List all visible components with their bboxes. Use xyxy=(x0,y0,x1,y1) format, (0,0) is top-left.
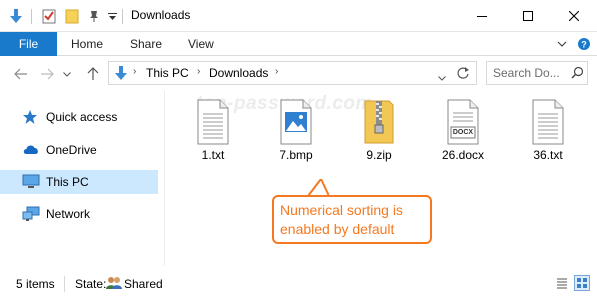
address-history-dropdown[interactable] xyxy=(438,70,446,84)
up-arrow-icon xyxy=(87,67,99,80)
toolbar-separator xyxy=(31,9,32,24)
file-name: 1.txt xyxy=(201,148,225,162)
image-file-icon xyxy=(276,99,316,145)
file-name: 7.bmp xyxy=(279,148,313,162)
sidebar-item-this-pc[interactable]: This PC xyxy=(0,170,158,194)
ribbon: File Home Share View ? xyxy=(0,32,597,56)
sidebar-item-label: Quick access xyxy=(46,110,118,124)
sidebar-item-onedrive[interactable]: OneDrive xyxy=(0,138,158,162)
large-icons-view-button[interactable] xyxy=(574,275,590,291)
downloads-icon xyxy=(114,65,128,84)
file-item[interactable]: 36.txt xyxy=(513,99,583,165)
breadcrumb-downloads[interactable]: Downloads xyxy=(209,66,268,80)
forward-arrow-icon xyxy=(41,68,54,80)
tab-file[interactable]: File xyxy=(0,32,57,56)
address-bar[interactable]: › This PC › Downloads › xyxy=(108,61,477,85)
state-value: Shared xyxy=(124,277,163,291)
network-icon xyxy=(22,206,40,222)
help-icon[interactable]: ? xyxy=(576,36,592,52)
callout-annotation: Numerical sorting is enabled by default xyxy=(272,195,432,244)
status-separator xyxy=(64,276,65,292)
status-bar: 5 items State: Shared xyxy=(0,266,597,296)
search-box[interactable] xyxy=(486,61,588,85)
details-view-icon xyxy=(557,278,567,289)
minimize-button[interactable] xyxy=(459,0,505,32)
chevron-down-icon[interactable] xyxy=(554,36,570,52)
properties-icon[interactable] xyxy=(40,0,58,32)
text-file-icon xyxy=(193,99,233,145)
new-folder-icon[interactable] xyxy=(63,0,81,32)
zip-folder-icon xyxy=(359,99,399,145)
state-label: State: xyxy=(75,277,107,291)
pin-icon[interactable] xyxy=(86,0,102,32)
refresh-button[interactable] xyxy=(456,66,470,83)
recent-locations-dropdown[interactable] xyxy=(61,64,73,84)
docx-badge: DOCX xyxy=(452,129,474,136)
title-bar: Downloads xyxy=(0,0,597,32)
details-view-button[interactable] xyxy=(554,275,570,291)
forward-button[interactable] xyxy=(38,64,56,84)
download-arrow-icon[interactable] xyxy=(6,0,26,32)
back-arrow-icon xyxy=(14,68,27,80)
search-input[interactable] xyxy=(493,65,569,81)
tab-view[interactable]: View xyxy=(188,32,214,56)
breadcrumb-separator-icon[interactable]: › xyxy=(275,66,278,77)
file-item[interactable]: 1.txt xyxy=(178,99,248,165)
star-icon xyxy=(22,109,40,125)
file-item[interactable]: DOCX 26.docx xyxy=(428,99,498,165)
up-button[interactable] xyxy=(84,64,102,84)
file-name: 26.docx xyxy=(441,148,485,162)
sidebar-item-label: This PC xyxy=(46,175,89,189)
refresh-icon xyxy=(457,67,469,79)
file-name: 9.zip xyxy=(366,148,392,162)
maximize-icon xyxy=(523,11,533,21)
customize-dropdown-icon[interactable] xyxy=(106,0,118,32)
breadcrumb-this-pc[interactable]: This PC xyxy=(146,66,189,80)
chevron-down-icon xyxy=(438,76,446,81)
monitor-icon xyxy=(22,174,40,190)
text-file-icon xyxy=(528,99,568,145)
search-icon[interactable] xyxy=(571,66,584,82)
sidebar-item-network[interactable]: Network xyxy=(0,202,158,226)
navigation-pane: Quick access OneDrive This PC Network xyxy=(0,91,165,266)
tab-home[interactable]: Home xyxy=(71,32,103,56)
chevron-down-icon xyxy=(63,71,71,77)
maximize-button[interactable] xyxy=(505,0,551,32)
breadcrumb-separator-icon[interactable]: › xyxy=(197,66,200,77)
tab-share[interactable]: Share xyxy=(130,32,162,56)
sidebar-item-label: OneDrive xyxy=(46,143,97,157)
svg-text:?: ? xyxy=(581,40,587,50)
file-name: 36.txt xyxy=(533,148,563,162)
file-list: top-password.com 1.txt 7.bmp 9.zip DOCX … xyxy=(166,91,597,266)
shared-users-icon xyxy=(105,276,123,293)
item-count: 5 items xyxy=(16,277,55,291)
cloud-icon xyxy=(22,142,40,158)
close-button[interactable] xyxy=(551,0,597,32)
sidebar-item-label: Network xyxy=(46,207,91,221)
back-button[interactable] xyxy=(12,64,30,84)
callout-text: Numerical sorting is enabled by default xyxy=(280,202,403,237)
window-title: Downloads xyxy=(131,8,191,22)
file-item[interactable]: 7.bmp xyxy=(261,99,331,165)
docx-file-icon: DOCX xyxy=(443,99,483,145)
breadcrumb-separator-icon[interactable]: › xyxy=(133,66,136,77)
toolbar-separator xyxy=(122,9,123,24)
navigation-row: › This PC › Downloads › xyxy=(0,57,597,91)
file-item[interactable]: 9.zip xyxy=(344,99,414,165)
minimize-icon xyxy=(477,16,487,17)
large-icons-view-icon xyxy=(577,278,587,288)
sidebar-item-quick-access[interactable]: Quick access xyxy=(0,105,158,129)
close-icon xyxy=(569,11,579,21)
